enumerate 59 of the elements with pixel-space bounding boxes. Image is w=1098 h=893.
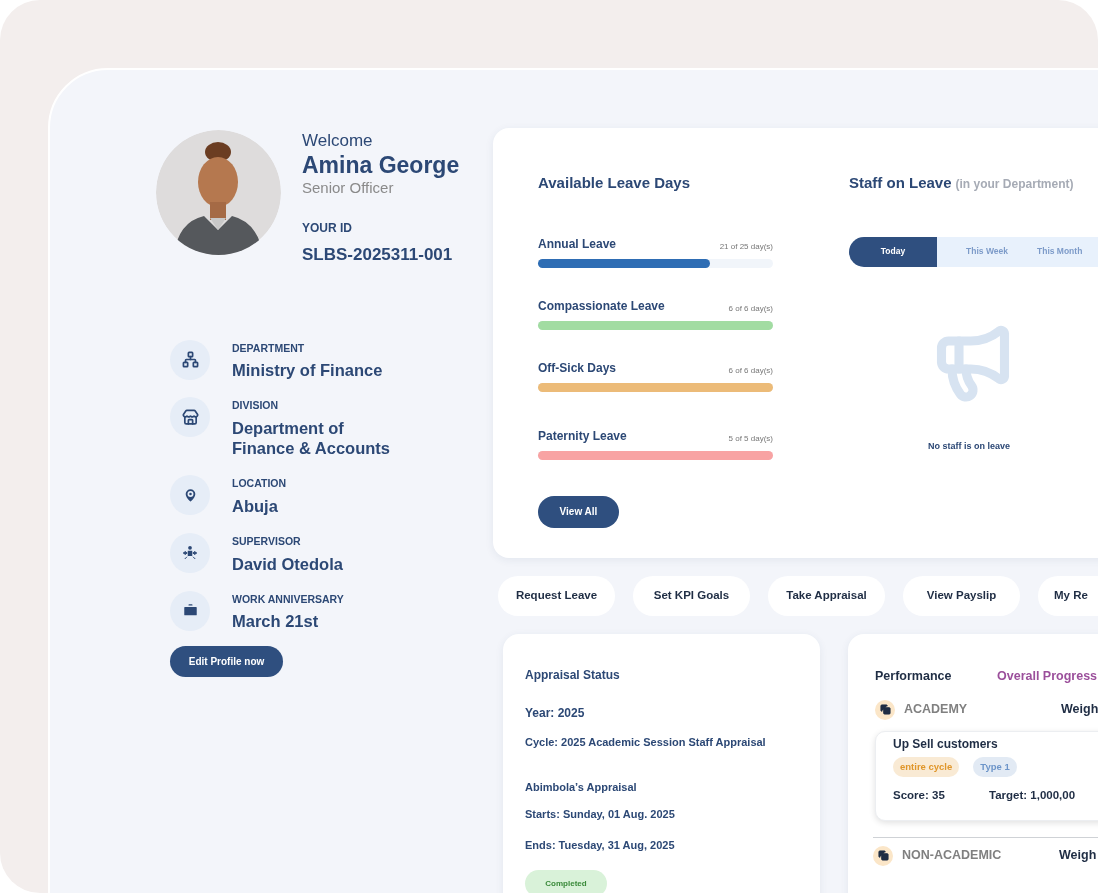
detail-label: DEPARTMENT <box>232 340 306 356</box>
leave-reading: 5 of 5 day(s) <box>728 432 773 445</box>
appraisal-end: Ends: Tuesday, 31 Aug, 2025 <box>525 837 676 853</box>
leave-type: Paternity Leave <box>538 427 627 445</box>
user-name: Amina George <box>302 151 460 179</box>
appraisal-name: Abimbola’s Appraisal <box>525 779 638 795</box>
status-badge: Completed <box>525 870 607 893</box>
period-tab[interactable]: Today <box>849 236 937 267</box>
card-title: Available Leave Days <box>538 173 692 193</box>
detail-value: Department of Finance & Accounts <box>232 418 391 458</box>
quick-action-button[interactable]: My Re <box>1038 576 1098 616</box>
quick-action-button[interactable]: Request Leave <box>498 576 615 616</box>
kpi-tag: entire cycle <box>893 756 960 777</box>
section-icon <box>875 699 895 720</box>
kpi-title: Up Sell customers <box>893 735 999 753</box>
user-role: Senior Officer <box>302 179 395 197</box>
leave-reading: 21 of 25 day(s) <box>719 240 773 253</box>
card-title: Performance <box>875 668 953 685</box>
section-icon <box>873 845 893 866</box>
section-name: NON-ACADEMIC <box>902 847 1003 865</box>
empty-message: No staff is on leave <box>928 439 1010 453</box>
section-name: ACADEMY <box>904 701 969 719</box>
appraisal-start: Starts: Sunday, 01 Aug. 2025 <box>525 807 676 822</box>
leave-type: Annual Leave <box>538 235 617 253</box>
quick-action-button[interactable]: Take Appraisal <box>768 576 885 616</box>
person-arrows-icon <box>181 543 199 562</box>
view-all-button[interactable]: View All <box>538 495 619 528</box>
detail-value: Ministry of Finance <box>232 360 384 381</box>
edit-profile-button[interactable]: Edit Profile now <box>170 646 283 678</box>
detail-value: Abuja <box>232 495 279 516</box>
detail-label: DIVISION <box>232 398 280 414</box>
detail-value: David Otedola <box>232 553 344 574</box>
leave-type: Off-Sick Days <box>538 359 617 377</box>
column-heading: Weigh <box>1061 701 1098 719</box>
appraisal-year: Year: 2025 <box>525 705 586 722</box>
id-label: YOUR ID <box>302 220 353 237</box>
detail-label: WORK ANNIVERSARY <box>232 591 345 607</box>
store-icon <box>181 408 199 426</box>
appraisal-cycle: Cycle: 2025 Academic Session Staff Appraisal <box>525 735 767 750</box>
detail-value: March 21st <box>232 611 320 632</box>
kpi-tag: Type 1 <box>973 756 1017 777</box>
progress-link[interactable]: Overall Progress <box>997 667 1098 686</box>
quick-action-button[interactable]: View Payslip <box>903 576 1020 616</box>
card-title: Staff on Leave <box>849 173 952 193</box>
leave-reading: 6 of 6 day(s) <box>728 364 773 377</box>
kpi-target: Target: 1,000,00 <box>989 787 1076 803</box>
detail-label: LOCATION <box>232 476 288 491</box>
column-heading: Weigh <box>1059 847 1097 865</box>
org-chart-icon <box>181 351 199 368</box>
leave-type: Compassionate Leave <box>538 297 665 315</box>
greeting: Welcome <box>302 131 374 151</box>
briefcase-icon <box>181 602 199 619</box>
quick-action-button[interactable]: Set KPI Goals <box>633 576 750 616</box>
leave-reading: 6 of 6 day(s) <box>728 302 773 315</box>
card-subtitle: (in your Department) <box>955 176 1074 193</box>
id-value: SLBS-2025311-001 <box>302 244 454 266</box>
card-title: Appraisal Status <box>525 667 621 684</box>
detail-label: SUPERVISOR <box>232 533 302 549</box>
kpi-score: Score: 35 <box>893 787 946 803</box>
